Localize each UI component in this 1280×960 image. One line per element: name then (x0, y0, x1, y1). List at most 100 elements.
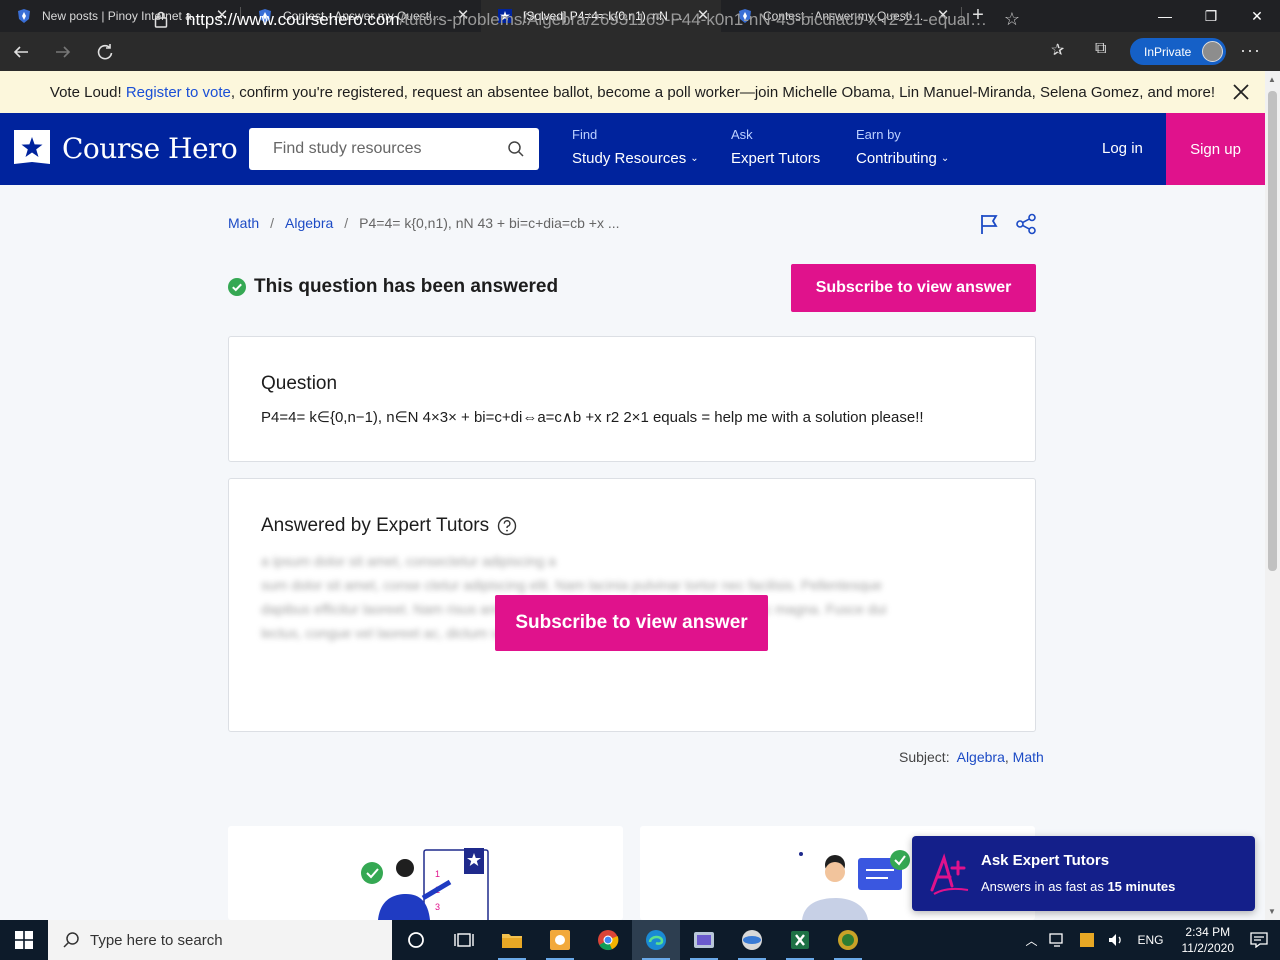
volume-icon[interactable] (1107, 932, 1125, 948)
scroll-up-icon[interactable]: ▲ (1268, 75, 1276, 84)
lock-icon[interactable] (146, 11, 176, 28)
scroll-down-icon[interactable]: ▼ (1268, 907, 1276, 916)
chevron-down-icon: ⌄ (940, 153, 950, 164)
scroll-thumb[interactable] (1268, 91, 1277, 571)
svg-text:3: 3 (435, 902, 440, 912)
inprivate-badge[interactable]: InPrivate (1130, 38, 1226, 65)
more-menu-icon[interactable]: ··· (1240, 40, 1261, 61)
task-view-icon[interactable] (440, 920, 488, 960)
check-circle-icon (228, 278, 246, 296)
vote-banner: Vote Loud! Register to vote , confirm yo… (0, 71, 1265, 113)
app-badge-icon[interactable] (824, 920, 872, 960)
breadcrumb-math[interactable]: Math (228, 215, 259, 231)
address-bar[interactable]: https://www.coursehero.com /tutors-probl… (146, 4, 1030, 35)
url-path: /tutors-problems/Algebra/26931165-P44-k0… (399, 9, 990, 29)
help-circle-icon[interactable] (497, 516, 517, 536)
share-icon[interactable] (1015, 213, 1037, 235)
login-link[interactable]: Log in (1102, 140, 1143, 157)
media-app-icon[interactable] (728, 920, 776, 960)
a-plus-icon (930, 853, 969, 895)
clock-date: 11/2/2020 (1181, 941, 1235, 955)
excel-icon[interactable] (776, 920, 824, 960)
subject-link-math[interactable]: Math (1013, 749, 1044, 765)
close-window-icon[interactable]: ✕ (1234, 0, 1280, 32)
windows-start-icon[interactable] (0, 920, 48, 960)
tray-expand-icon[interactable]: ︿ (1025, 932, 1037, 949)
search-input[interactable] (273, 140, 503, 158)
edge-icon[interactable] (632, 920, 680, 960)
nav-study-resources[interactable]: Find Study Resources ⌄ (572, 127, 699, 167)
system-clock[interactable]: 2:34 PM 11/2/2020 (1182, 924, 1235, 956)
favorites-list-icon[interactable]: ✰ (1051, 40, 1064, 60)
taskbar-search-placeholder: Type here to search (90, 931, 223, 949)
nav-small-label: Find (572, 127, 598, 142)
toast-title: Ask Expert Tutors (981, 852, 1110, 869)
search-icon (63, 932, 79, 948)
favorite-star-icon[interactable]: ☆ (1004, 9, 1020, 30)
game-app-icon[interactable] (680, 920, 728, 960)
minimize-icon[interactable]: — (1142, 0, 1188, 32)
answer-card: Answered by Expert Tutors a ipsum dolor … (228, 478, 1036, 732)
question-heading: Question (261, 373, 338, 394)
taskbar-search[interactable]: Type here to search (48, 920, 392, 960)
close-icon[interactable] (1231, 82, 1251, 102)
network-icon[interactable] (1049, 932, 1067, 948)
page-actions (979, 213, 1037, 235)
language-indicator[interactable]: ENG (1137, 933, 1163, 947)
coursehero-logo[interactable]: Course Hero (12, 126, 238, 170)
ask-expert-tutors-toast[interactable]: Ask Expert Tutors Answers in as fast as … (912, 836, 1255, 911)
page-scrollbar[interactable]: ▲ ▼ (1265, 71, 1280, 920)
breadcrumb-algebra[interactable]: Algebra (285, 215, 333, 231)
site-favicon-icon (18, 9, 30, 23)
notifications-icon[interactable] (1250, 932, 1268, 948)
register-to-vote-link[interactable]: Register to vote (126, 84, 231, 101)
chevron-down-icon: ⌄ (690, 153, 699, 164)
answer-heading: Answered by Expert Tutors (261, 515, 517, 537)
subscribe-button[interactable]: Subscribe to view answer (791, 264, 1036, 312)
question-text: P4=4= k∈{0,n−1), n∈N 4×3× + bi=c+di⇔a=c∧… (261, 409, 924, 426)
breadcrumb-separator: / (344, 215, 349, 231)
answered-status: This question has been answered (228, 276, 558, 298)
svg-text:1: 1 (435, 869, 440, 879)
promo-card-study[interactable]: 1 2 3 (228, 826, 623, 920)
subject-label: Subject: (899, 749, 954, 765)
coursehero-shield-icon (14, 130, 50, 164)
forward-arrow-icon[interactable] (42, 32, 84, 71)
subscribe-view-answer-button[interactable]: Subscribe to view answer (495, 595, 768, 651)
flag-icon[interactable] (979, 213, 999, 235)
nav-small-label: Ask (731, 127, 753, 142)
nav-big-label: Expert Tutors (731, 150, 821, 167)
profile-avatar (1202, 41, 1223, 62)
tray-app-icon[interactable] (1079, 932, 1095, 948)
signup-button[interactable]: Sign up (1166, 113, 1265, 185)
nav-big-label: Study Resources (572, 150, 687, 167)
collections-icon[interactable]: ⧉ (1095, 40, 1106, 58)
nav-contributing[interactable]: Earn by Contributing ⌄ (856, 127, 949, 167)
breadcrumb-separator: / (270, 215, 275, 231)
photos-app-icon[interactable] (536, 920, 584, 960)
restore-icon[interactable]: ❐ (1188, 0, 1234, 32)
subject-link-algebra[interactable]: Algebra (957, 749, 1005, 765)
inprivate-label: InPrivate (1144, 44, 1192, 59)
toast-sub-prefix: Answers in as fast as (981, 879, 1108, 894)
nav-big-label: Contributing (856, 150, 937, 167)
cortana-icon[interactable] (392, 920, 440, 960)
banner-prefix: Vote Loud! (49, 83, 126, 101)
breadcrumb-current: P4=4= k{0,n1), nN 43 + bi=c+dia=cb +x ..… (359, 215, 620, 231)
brand-name: Course Hero (62, 131, 238, 165)
chrome-icon[interactable] (584, 920, 632, 960)
answer-heading-label: Answered by Expert Tutors (261, 515, 490, 536)
system-tray: ︿ ENG 2:34 PM 11/2/2020 (1019, 920, 1280, 960)
search-box[interactable] (249, 128, 539, 170)
answered-label: This question has been answered (254, 276, 559, 297)
windows-taskbar: Type here to search ︿ ENG 2:34 PM 11/2/2… (0, 920, 1280, 960)
refresh-icon[interactable] (84, 32, 126, 71)
toast-sub-bold: 15 minutes (1107, 879, 1176, 894)
back-arrow-icon[interactable] (0, 32, 42, 71)
nav-small-label: Earn by (856, 127, 901, 142)
file-explorer-icon[interactable] (488, 920, 536, 960)
site-header: Course Hero Find Study Resources⌄ Ask Ex… (0, 113, 1265, 185)
nav-expert-tutors[interactable]: Ask Expert Tutors (731, 127, 820, 167)
search-icon[interactable] (507, 140, 525, 158)
toast-subtitle: Answers in as fast as 15 minutes (981, 879, 1175, 894)
